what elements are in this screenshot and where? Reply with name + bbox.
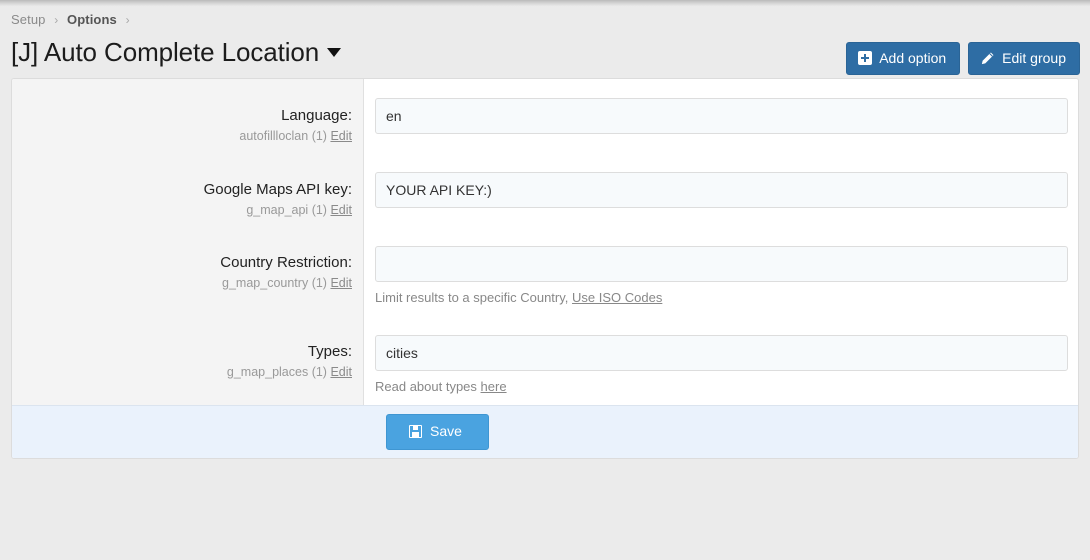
label-api-key: Google Maps API key: <box>204 180 352 200</box>
types-input[interactable] <box>375 335 1068 371</box>
field-row-language <box>375 79 1068 153</box>
label-country-restriction-count: (1) <box>312 276 327 290</box>
label-language-count: (1) <box>312 129 327 143</box>
label-country-restriction-key: g_map_country <box>222 276 308 290</box>
add-option-button[interactable]: Add option <box>846 42 960 75</box>
label-api-key-count: (1) <box>312 203 327 217</box>
field-row-country-restriction: Limit results to a specific Country, Use… <box>375 227 1068 316</box>
breadcrumb-separator-icon: › <box>54 13 58 27</box>
save-button-label: Save <box>430 423 462 440</box>
form-field-column: Limit results to a specific Country, Use… <box>364 79 1078 405</box>
edit-group-button-label: Edit group <box>1002 50 1066 66</box>
options-panel: Language: autofillloclan (1) Edit Google… <box>11 78 1079 459</box>
edit-group-button[interactable]: Edit group <box>968 42 1080 75</box>
edit-link-language[interactable]: Edit <box>330 129 352 143</box>
google-maps-api-key-input[interactable] <box>375 172 1068 208</box>
label-api-key-key: g_map_api <box>246 203 308 217</box>
breadcrumb: Setup › Options › <box>11 12 135 27</box>
breadcrumb-item-setup[interactable]: Setup <box>11 12 45 27</box>
page-title[interactable]: [J] Auto Complete Location <box>11 37 341 68</box>
form-row-language: Language: autofillloclan (1) Edit <box>12 79 363 153</box>
panel-footer: Save <box>12 405 1078 458</box>
label-language: Language: <box>239 106 352 126</box>
label-language-key: autofillloclan <box>239 129 308 143</box>
helper-types-text: Read about types <box>375 379 477 394</box>
add-option-button-label: Add option <box>879 50 946 66</box>
label-types: Types: <box>227 342 352 362</box>
label-types-meta: g_map_places (1) Edit <box>227 363 352 381</box>
edit-link-api-key[interactable]: Edit <box>330 203 352 217</box>
types-docs-link[interactable]: here <box>481 379 507 394</box>
label-country-restriction: Country Restriction: <box>220 253 352 273</box>
label-language-meta: autofillloclan (1) Edit <box>239 127 352 145</box>
edit-link-country-restriction[interactable]: Edit <box>330 276 352 290</box>
label-types-count: (1) <box>312 365 327 379</box>
edit-link-types[interactable]: Edit <box>330 365 352 379</box>
plus-square-icon <box>858 51 872 65</box>
pencil-icon <box>980 51 995 66</box>
label-types-key: g_map_places <box>227 365 308 379</box>
header-row: [J] Auto Complete Location Add option Ed… <box>0 33 1090 77</box>
page-title-text: [J] Auto Complete Location <box>11 37 319 67</box>
save-button[interactable]: Save <box>386 414 489 450</box>
breadcrumb-separator-icon-2: › <box>126 13 130 27</box>
floppy-disk-icon <box>409 425 422 438</box>
options-form: Language: autofillloclan (1) Edit Google… <box>12 79 1078 405</box>
field-row-types: Read about types here <box>375 316 1068 405</box>
form-label-column: Language: autofillloclan (1) Edit Google… <box>12 79 364 405</box>
helper-country-restriction: Limit results to a specific Country, Use… <box>375 290 1068 306</box>
form-row-country-restriction: Country Restriction: g_map_country (1) E… <box>12 227 363 316</box>
language-input[interactable] <box>375 98 1068 134</box>
helper-country-restriction-text: Limit results to a specific Country, <box>375 290 568 305</box>
iso-codes-link[interactable]: Use ISO Codes <box>572 290 662 305</box>
header-actions: Add option Edit group <box>846 42 1080 75</box>
form-row-api-key: Google Maps API key: g_map_api (1) Edit <box>12 153 363 227</box>
helper-types: Read about types here <box>375 379 1068 395</box>
label-api-key-meta: g_map_api (1) Edit <box>204 201 352 219</box>
form-row-types: Types: g_map_places (1) Edit <box>12 316 363 405</box>
breadcrumb-item-options[interactable]: Options <box>67 12 117 27</box>
chevron-down-icon[interactable] <box>327 48 341 57</box>
footer-actions: Save <box>375 414 489 450</box>
field-row-api-key <box>375 153 1068 227</box>
browser-window-edge <box>0 0 1090 7</box>
page-container: Setup › Options › [J] Auto Complete Loca… <box>0 7 1090 560</box>
country-restriction-input[interactable] <box>375 246 1068 282</box>
label-country-restriction-meta: g_map_country (1) Edit <box>220 274 352 292</box>
